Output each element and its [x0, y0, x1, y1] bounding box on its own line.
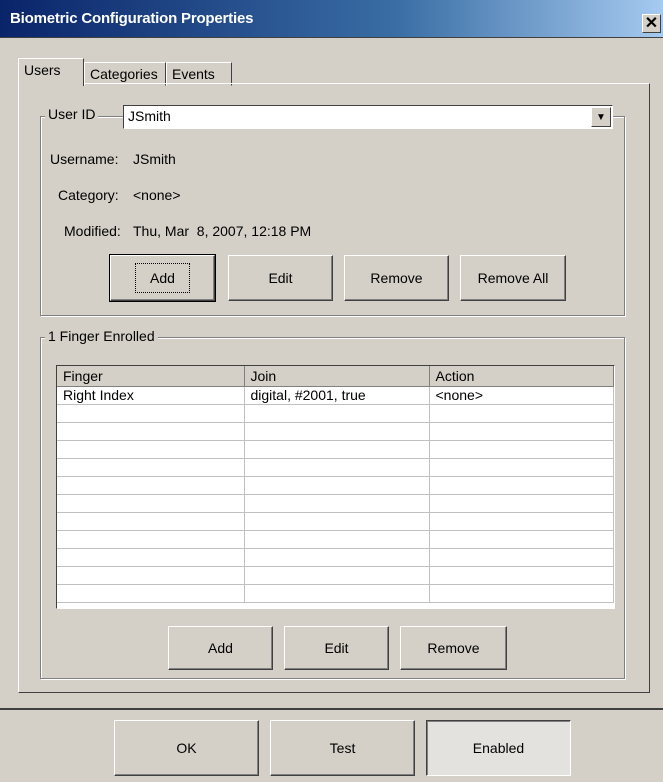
empty-cell: [244, 494, 430, 513]
empty-cell: [57, 548, 245, 567]
empty-cell: [429, 458, 614, 477]
tab-events-label: Events: [172, 66, 215, 82]
add-finger-button[interactable]: Add: [168, 626, 273, 670]
empty-cell: [244, 476, 430, 495]
table-row-empty[interactable]: [57, 512, 614, 531]
close-icon: ✕: [644, 14, 659, 32]
remove-finger-button[interactable]: Remove: [400, 626, 507, 670]
empty-cell: [244, 530, 430, 549]
tab-users[interactable]: Users: [18, 58, 84, 86]
empty-cell: [57, 512, 245, 531]
empty-cell: [57, 440, 245, 459]
remove-all-users-button[interactable]: Remove All: [460, 255, 566, 301]
close-button[interactable]: ✕: [642, 14, 661, 33]
user-id-combobox[interactable]: JSmith ▼: [123, 105, 613, 129]
user-id-value: JSmith: [128, 108, 171, 124]
ok-label: OK: [176, 740, 197, 756]
empty-cell: [429, 494, 614, 513]
edit-finger-label: Edit: [324, 640, 349, 656]
tab-categories-label: Categories: [90, 66, 158, 82]
empty-cell: [57, 494, 245, 513]
enabled-toggle-button[interactable]: Enabled: [426, 720, 571, 776]
empty-cell: [244, 548, 430, 567]
table-row[interactable]: Right Index digital, #2001, true <none>: [57, 386, 614, 405]
empty-cell: [429, 530, 614, 549]
title-bar: Biometric Configuration Properties ✕: [0, 0, 663, 38]
tab-users-label: Users: [24, 62, 61, 78]
empty-cell: [244, 512, 430, 531]
empty-cell: [429, 422, 614, 441]
modified-label: Modified:: [64, 223, 121, 239]
table-row-empty[interactable]: [57, 530, 614, 549]
empty-cell: [244, 566, 430, 585]
empty-cell: [57, 530, 245, 549]
chevron-down-icon: ▼: [596, 111, 606, 123]
finger-table[interactable]: Finger Join Action Right Index digital, …: [56, 365, 615, 609]
user-id-dropdown-button[interactable]: ▼: [591, 107, 611, 127]
category-label: Category:: [58, 187, 119, 203]
table-row-empty[interactable]: [57, 422, 614, 441]
empty-cell: [244, 458, 430, 477]
cell-action: <none>: [429, 386, 614, 405]
table-row-empty[interactable]: [57, 440, 614, 459]
edit-user-button[interactable]: Edit: [228, 255, 333, 301]
empty-cell: [429, 566, 614, 585]
empty-cell: [57, 404, 245, 423]
table-row-empty[interactable]: [57, 584, 614, 603]
empty-cell: [429, 404, 614, 423]
add-finger-label: Add: [208, 640, 233, 656]
add-user-label: Add: [135, 263, 190, 293]
empty-cell: [57, 566, 245, 585]
empty-cell: [429, 512, 614, 531]
edit-user-label: Edit: [268, 270, 293, 286]
empty-cell: [57, 476, 245, 495]
table-row-empty[interactable]: [57, 566, 614, 585]
column-header-action[interactable]: Action: [429, 366, 614, 387]
test-button[interactable]: Test: [270, 720, 415, 776]
username-value: JSmith: [133, 151, 176, 167]
finger-table-header: Finger Join Action: [57, 366, 614, 387]
column-header-join[interactable]: Join: [244, 366, 430, 387]
edit-finger-button[interactable]: Edit: [284, 626, 389, 670]
column-header-finger[interactable]: Finger: [57, 366, 245, 387]
empty-cell: [244, 440, 430, 459]
category-value: <none>: [133, 187, 181, 203]
table-row-empty[interactable]: [57, 548, 614, 567]
cell-finger: Right Index: [57, 386, 245, 405]
table-row-empty[interactable]: [57, 476, 614, 495]
add-user-button[interactable]: Add: [109, 254, 216, 302]
table-row-empty[interactable]: [57, 458, 614, 477]
table-row-empty[interactable]: [57, 494, 614, 513]
finger-enrolled-label: 1 Finger Enrolled: [45, 328, 158, 344]
test-label: Test: [329, 740, 356, 756]
empty-cell: [57, 584, 245, 603]
empty-cell: [57, 422, 245, 441]
remove-finger-label: Remove: [427, 640, 480, 656]
ok-button[interactable]: OK: [114, 720, 259, 776]
username-label: Username:: [50, 151, 119, 167]
empty-cell: [429, 440, 614, 459]
empty-cell: [57, 458, 245, 477]
remove-user-button[interactable]: Remove: [344, 255, 449, 301]
modified-value: Thu, Mar 8, 2007, 12:18 PM: [133, 223, 312, 239]
empty-cell: [244, 404, 430, 423]
enabled-label: Enabled: [472, 740, 525, 756]
remove-all-users-label: Remove All: [477, 270, 549, 286]
empty-cell: [429, 548, 614, 567]
remove-user-label: Remove: [370, 270, 423, 286]
user-id-label: User ID: [45, 106, 99, 122]
empty-cell: [244, 584, 430, 603]
empty-cell: [429, 476, 614, 495]
window-title: Biometric Configuration Properties: [10, 10, 254, 27]
table-row-empty[interactable]: [57, 404, 614, 423]
empty-cell: [244, 422, 430, 441]
empty-cell: [429, 584, 614, 603]
cell-join: digital, #2001, true: [244, 386, 430, 405]
